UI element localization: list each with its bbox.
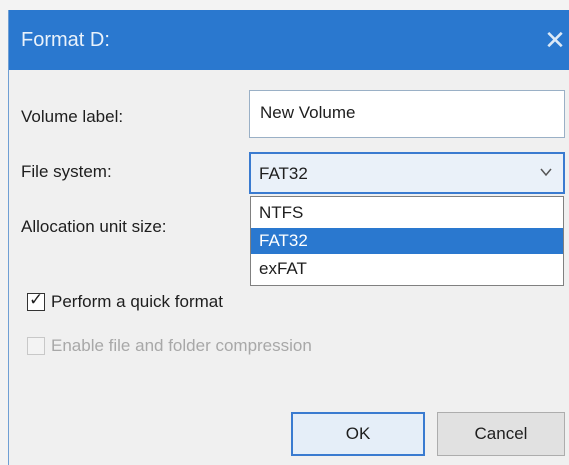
close-icon[interactable]: ✕	[540, 20, 569, 60]
file-system-options-list: NTFS FAT32 exFAT	[250, 196, 564, 286]
volume-label-caption: Volume label:	[21, 107, 124, 126]
cancel-button[interactable]: Cancel	[437, 412, 565, 456]
option-ntfs[interactable]: NTFS	[251, 200, 563, 226]
compression-checkbox[interactable]	[27, 337, 45, 355]
volume-label-input[interactable]: New Volume	[249, 90, 565, 138]
chevron-down-icon	[540, 168, 552, 177]
window-title: Format D:	[21, 29, 110, 51]
file-system-selected-value: FAT32	[259, 164, 308, 183]
option-exfat[interactable]: exFAT	[251, 256, 563, 282]
ok-button[interactable]: OK	[291, 412, 425, 456]
option-fat32[interactable]: FAT32	[251, 228, 563, 254]
compression-label: Enable file and folder compression	[51, 336, 312, 355]
format-dialog: Format D: ✕ Volume label: New Volume Fil…	[8, 10, 569, 465]
title-bar[interactable]: Format D: ✕	[9, 10, 569, 70]
file-system-caption: File system:	[21, 162, 112, 181]
file-system-dropdown[interactable]: FAT32	[249, 152, 565, 194]
screen: Format D: ✕ Volume label: New Volume Fil…	[0, 0, 569, 465]
allocation-unit-size-caption: Allocation unit size:	[21, 217, 167, 236]
volume-label-value: New Volume	[260, 103, 356, 122]
quick-format-label: Perform a quick format	[51, 292, 223, 311]
quick-format-checkbox[interactable]: ✓	[27, 290, 45, 311]
checkmark-icon: ✓	[29, 290, 44, 309]
